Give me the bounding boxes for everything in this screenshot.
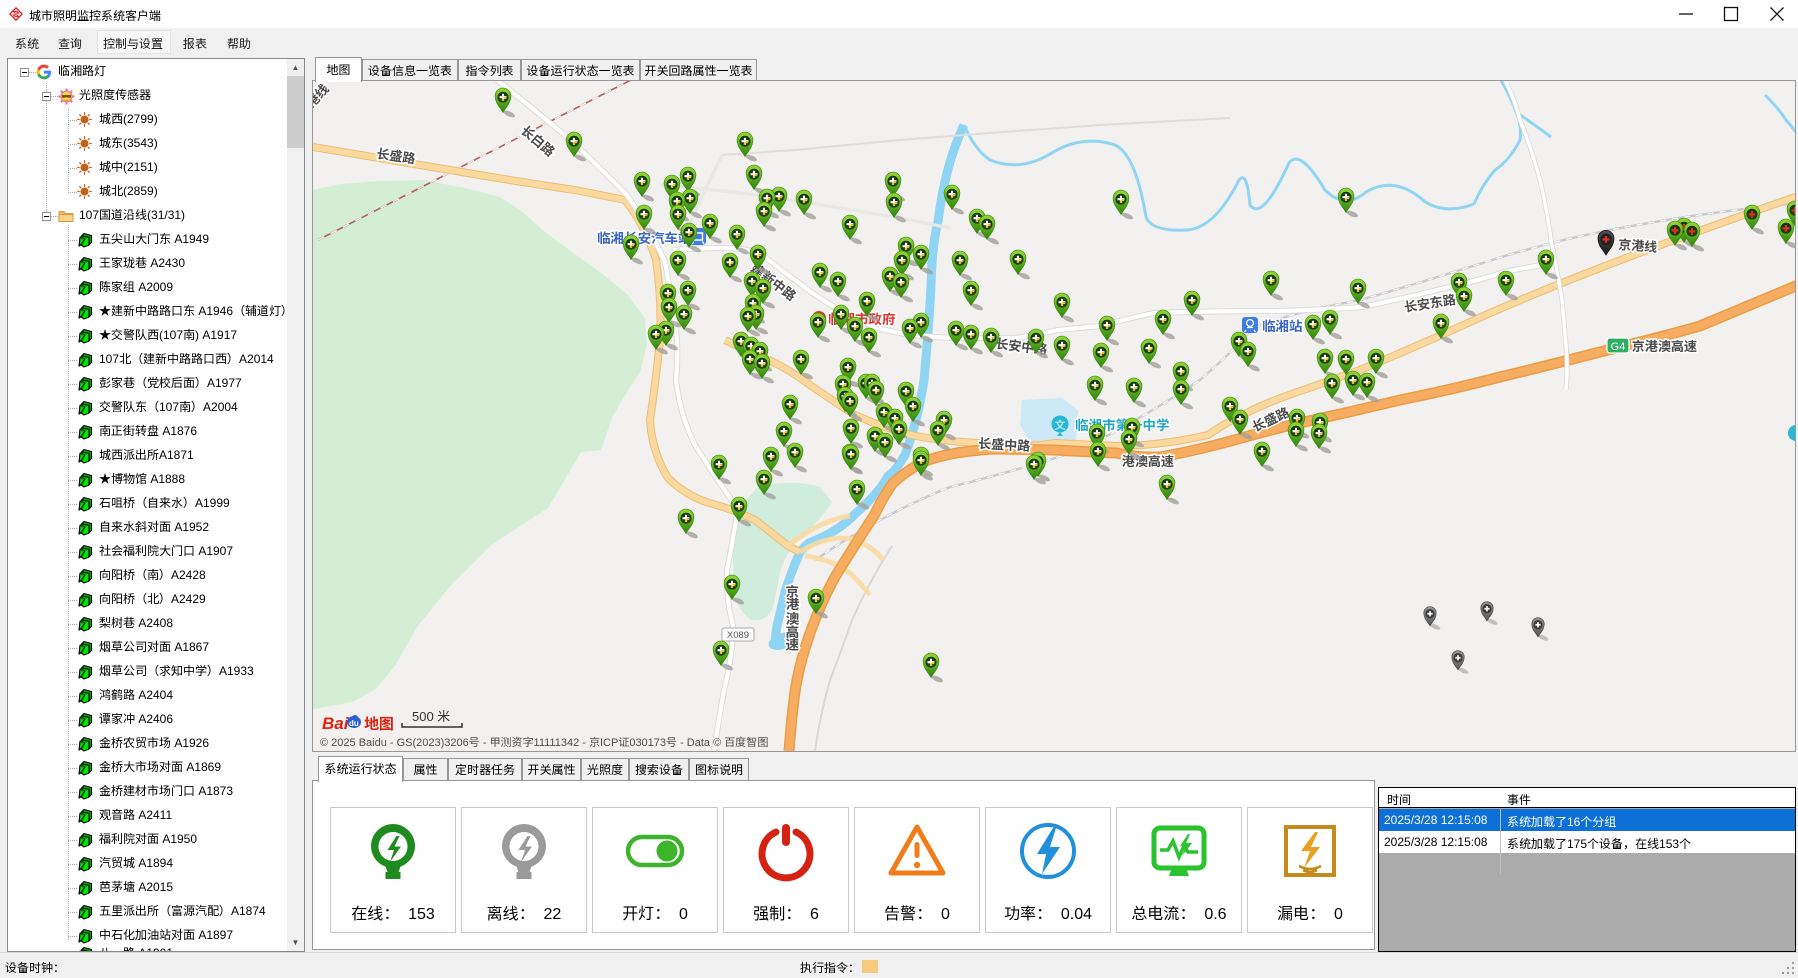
svg-text:临湘长安汽车站: 临湘长安汽车站 xyxy=(597,231,692,246)
svg-text:京港线: 京港线 xyxy=(1618,237,1658,255)
svg-text:地图: 地图 xyxy=(364,716,394,733)
svg-text:京港澳高速: 京港澳高速 xyxy=(784,584,800,652)
svg-text:500 米: 500 米 xyxy=(412,709,450,724)
svg-text:港澳高速: 港澳高速 xyxy=(1122,454,1174,469)
svg-text:© 2025 Baidu - GS(2023)3206号 -: © 2025 Baidu - GS(2023)3206号 - 甲测资字11111… xyxy=(320,736,768,749)
svg-text:京港澳高速: 京港澳高速 xyxy=(1632,339,1697,354)
svg-text:X089: X089 xyxy=(727,630,749,641)
svg-text:文: 文 xyxy=(1055,419,1067,432)
svg-text:临湘站: 临湘站 xyxy=(1262,319,1303,334)
svg-text:长盛中路: 长盛中路 xyxy=(978,436,1031,454)
svg-text:du: du xyxy=(349,719,359,728)
svg-text:G4: G4 xyxy=(1611,341,1626,353)
svg-text:Bai: Bai xyxy=(322,714,350,733)
